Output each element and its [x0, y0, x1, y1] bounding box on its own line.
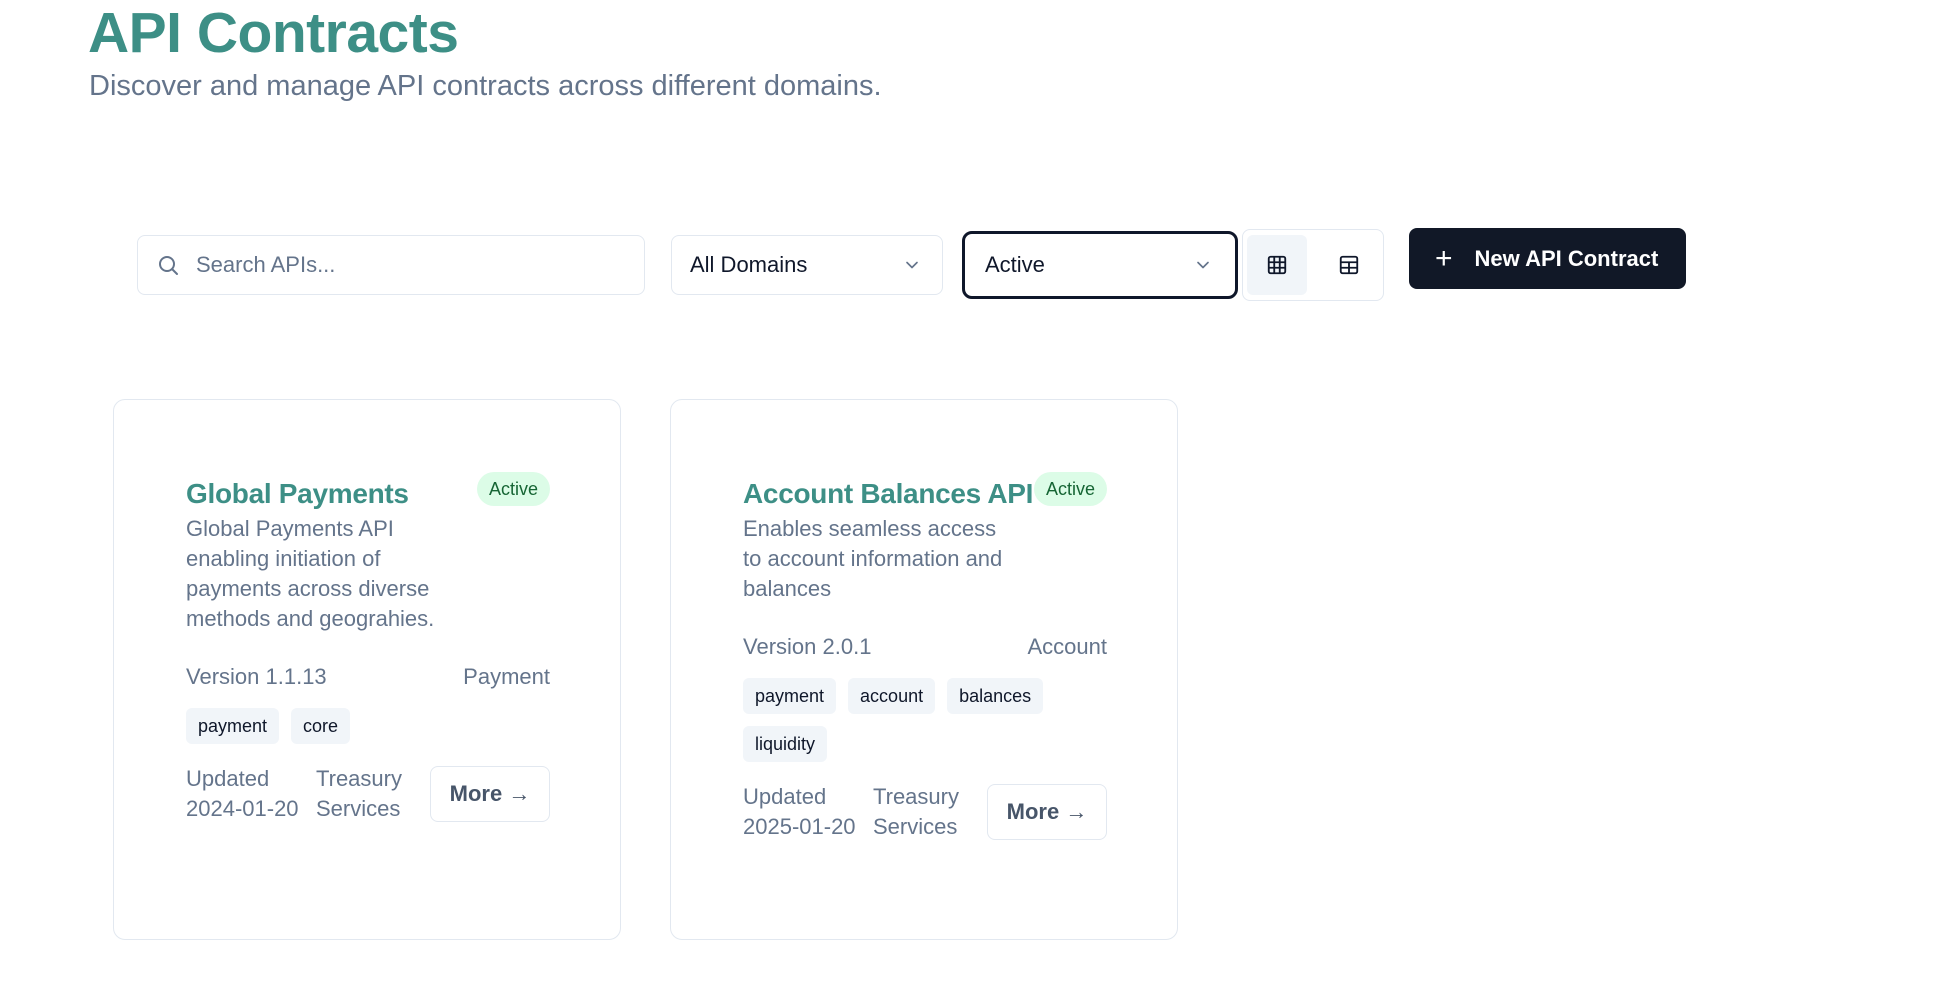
domain-filter-value: All Domains [690, 252, 808, 277]
page-title: API Contracts [88, 1, 459, 65]
table-icon [1339, 255, 1359, 275]
tag: core [291, 708, 351, 744]
status-badge: Active [476, 472, 550, 506]
api-card[interactable]: Global Payments Active Global Payments A… [113, 399, 621, 940]
api-card-updated: Updated 2024-01-20 [186, 766, 299, 821]
search-box[interactable] [137, 235, 645, 295]
tag: payment [186, 708, 280, 744]
status-filter-value: Active [985, 252, 1045, 277]
api-card[interactable]: Account Balances API Active Enables seam… [670, 399, 1178, 940]
new-api-contract-label: New API Contract [1474, 245, 1659, 271]
api-card-description: Enables seamless access to account infor… [743, 516, 1003, 601]
table-view-button[interactable] [1319, 235, 1379, 295]
api-card-version: Version 2.0.1 [743, 634, 872, 659]
tag-list: payment account balances liquidity [743, 678, 1107, 774]
tag: balances [947, 678, 1044, 714]
api-card-version: Version 1.1.13 [186, 664, 327, 689]
api-card-owner: Treasury Services [873, 784, 959, 839]
api-card-updated: Updated 2025-01-20 [743, 784, 856, 839]
more-button[interactable]: More → [430, 766, 550, 822]
chevron-down-icon [906, 261, 918, 269]
tag: liquidity [743, 726, 828, 762]
api-card-domain: Payment [463, 664, 550, 689]
api-card-title[interactable]: Account Balances API [743, 476, 1033, 512]
api-card-domain: Account [1027, 634, 1108, 659]
more-button[interactable]: More → [987, 784, 1107, 840]
api-card-title[interactable]: Global Payments [186, 476, 409, 512]
plus-icon: + [1435, 241, 1453, 275]
tag-list: payment core [186, 708, 550, 756]
api-card-description: Global Payments API enabling initiation … [186, 516, 435, 631]
status-filter-select[interactable]: Active [962, 231, 1238, 299]
chevron-down-icon [1197, 261, 1209, 269]
search-icon [159, 256, 178, 275]
view-toggle [1242, 229, 1384, 301]
domain-filter-select[interactable]: All Domains [671, 235, 943, 295]
status-badge: Active [1033, 472, 1107, 506]
page-subtitle: Discover and manage API contracts across… [89, 70, 882, 102]
new-api-contract-button[interactable]: + New API Contract [1409, 228, 1686, 289]
grid-icon [1267, 255, 1287, 275]
api-card-owner: Treasury Services [316, 766, 402, 821]
grid-view-button[interactable] [1247, 235, 1307, 295]
tag: payment [743, 678, 837, 714]
tag: account [848, 678, 936, 714]
search-input[interactable] [194, 251, 598, 279]
